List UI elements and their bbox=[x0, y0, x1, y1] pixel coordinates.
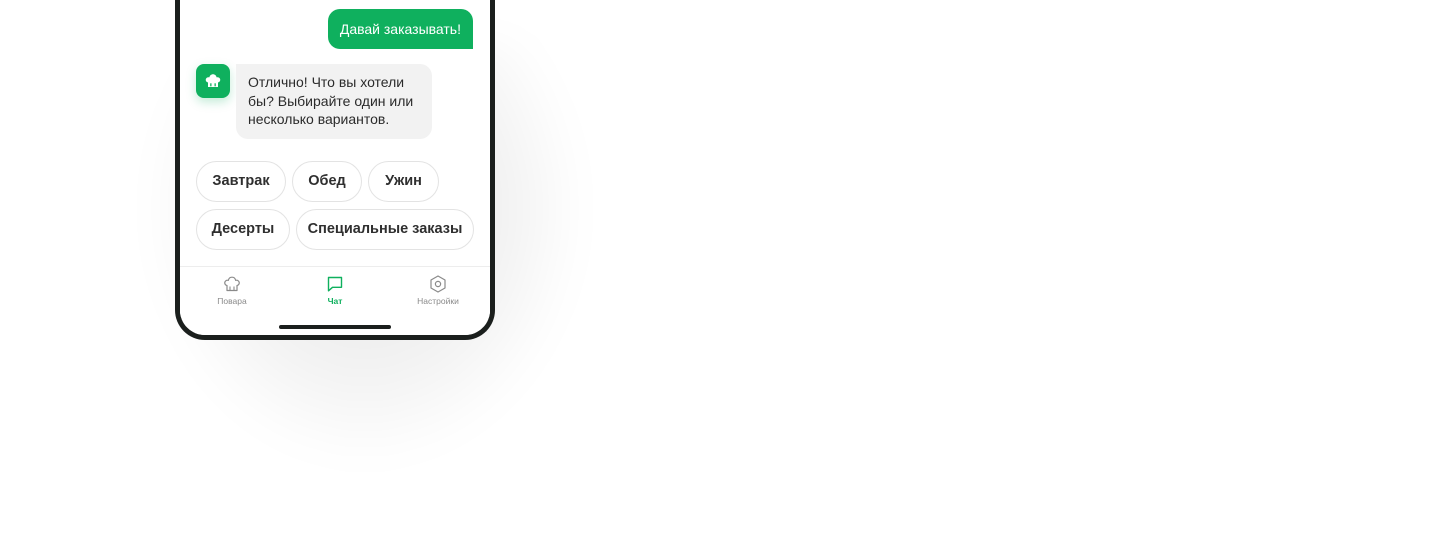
user-message-bubble: Давай заказывать! bbox=[327, 9, 473, 49]
option-lunch[interactable]: Обед bbox=[292, 161, 362, 202]
tab-settings[interactable]: Настройки bbox=[386, 267, 490, 317]
bot-message-bubble: Отлично! Что вы хотели бы? Выбирайте оди… bbox=[236, 64, 432, 139]
tab-cooks[interactable]: Повара bbox=[180, 267, 284, 317]
option-breakfast[interactable]: Завтрак bbox=[196, 161, 286, 202]
option-desserts[interactable]: Десерты bbox=[196, 209, 290, 250]
tab-chat[interactable]: Чат bbox=[283, 267, 387, 317]
bottom-tab-bar: Повара Чат Настройки bbox=[180, 266, 490, 317]
phone-frame: Давай заказывать! Отлично! Что вы хотели… bbox=[175, 0, 495, 340]
canvas: Давай заказывать! Отлично! Что вы хотели… bbox=[0, 0, 1440, 541]
chat-screen: Давай заказывать! Отлично! Что вы хотели… bbox=[180, 0, 490, 335]
tab-cooks-label: Повара bbox=[217, 296, 247, 306]
chef-hat-icon bbox=[224, 276, 240, 292]
chat-icon bbox=[327, 276, 343, 292]
chef-hat-icon bbox=[205, 74, 221, 87]
bot-avatar bbox=[196, 64, 230, 98]
settings-icon bbox=[430, 275, 446, 293]
home-indicator[interactable] bbox=[279, 325, 391, 329]
tab-settings-label: Настройки bbox=[417, 296, 459, 306]
option-dinner[interactable]: Ужин bbox=[368, 161, 439, 202]
option-special-orders[interactable]: Специальные заказы bbox=[296, 209, 474, 250]
tab-chat-label: Чат bbox=[327, 296, 343, 306]
